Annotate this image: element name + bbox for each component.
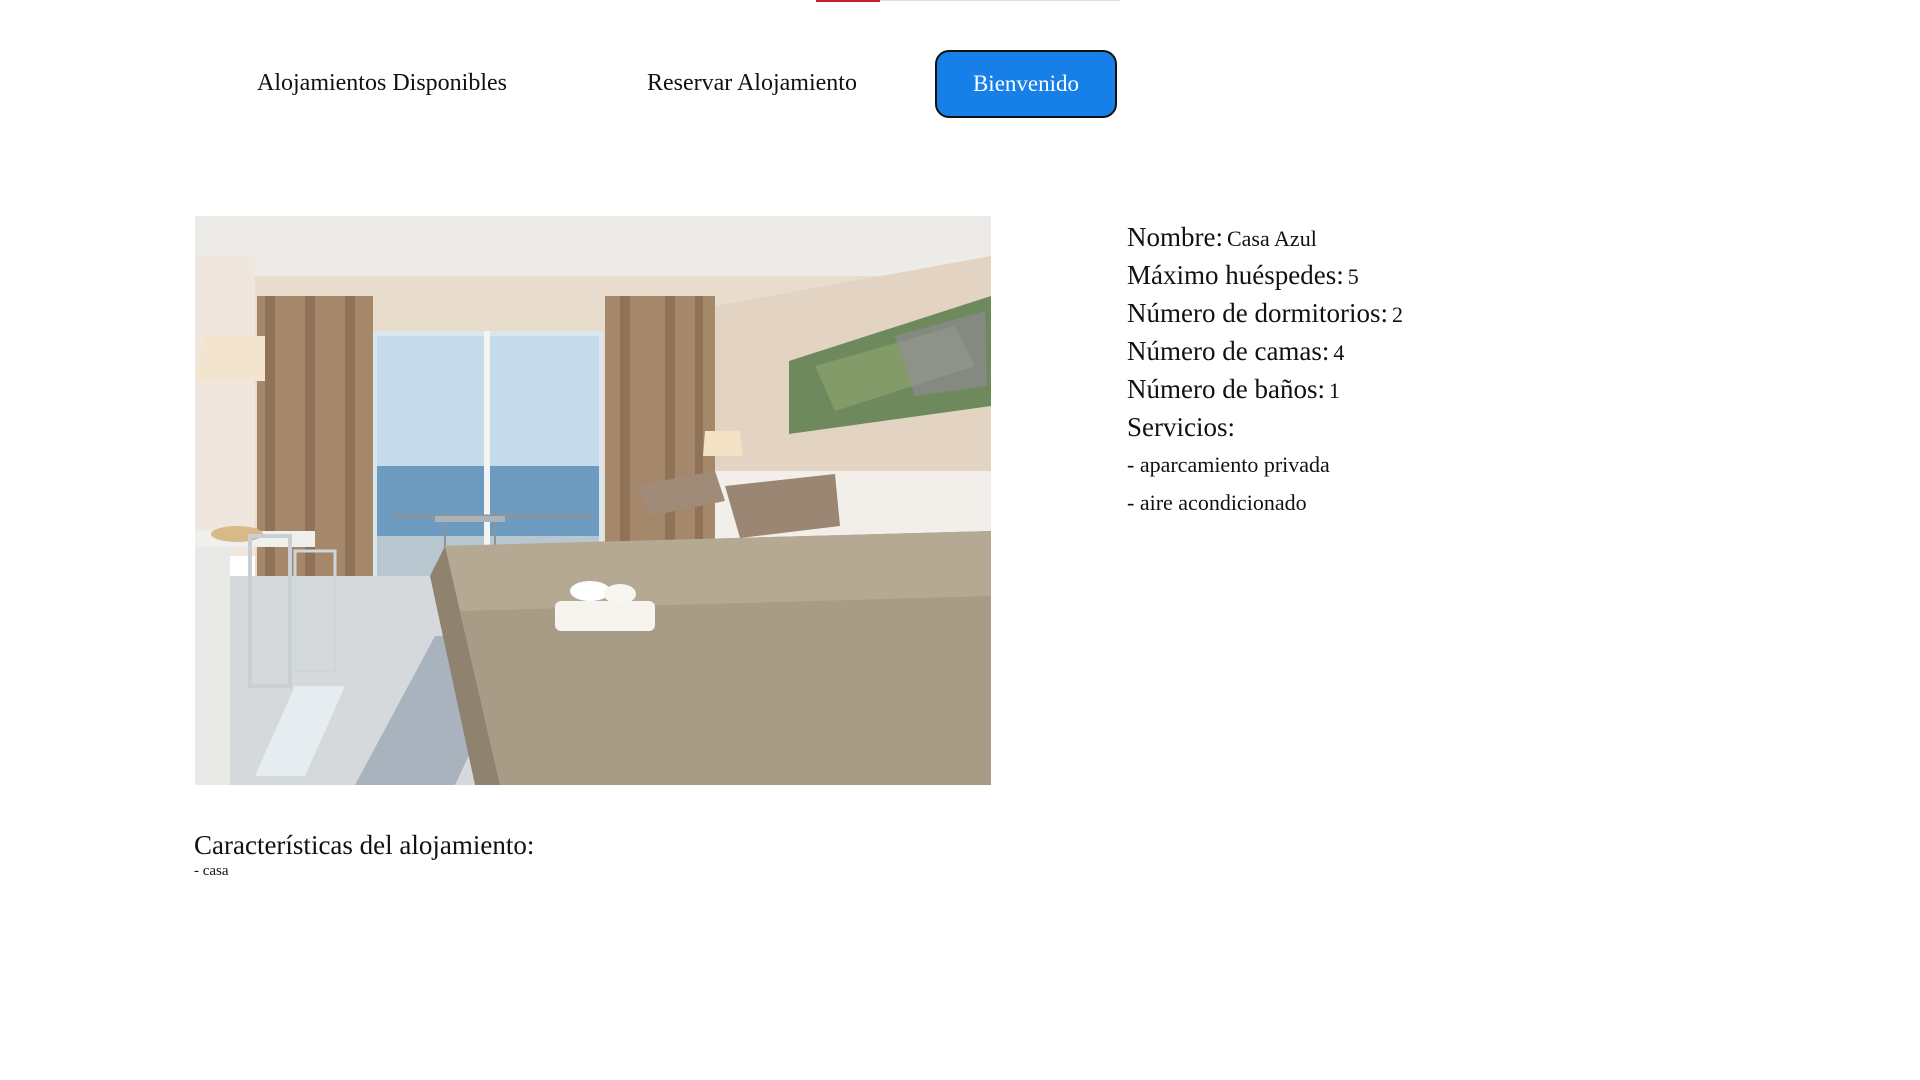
camas-row: Número de camas: 4 [1127,332,1403,370]
nav-link-reservar-alojamiento[interactable]: Reservar Alojamiento [647,50,857,116]
banos-value: 1 [1328,378,1340,403]
nombre-label: Nombre: [1127,222,1223,252]
camas-label: Número de camas: [1127,336,1330,366]
top-accent-mark [816,0,880,2]
banos-row: Número de baños: 1 [1127,370,1403,408]
accommodation-photo [195,216,991,785]
bienvenido-button[interactable]: Bienvenido [935,50,1117,118]
nombre-value: Casa Azul [1226,226,1317,251]
huespedes-label: Máximo huéspedes: [1127,260,1344,290]
servicio-item: - aparcamiento privada [1127,452,1330,477]
dormitorios-value: 2 [1391,302,1403,327]
huespedes-value: 5 [1347,264,1359,289]
camas-value: 4 [1333,340,1345,365]
banos-label: Número de baños: [1127,374,1325,404]
accommodation-details: Nombre: Casa Azul Máximo huéspedes: 5 Nú… [1127,218,1403,522]
servicios-label: Servicios: [1127,412,1235,442]
nombre-row: Nombre: Casa Azul [1127,218,1403,256]
top-accent-bar [816,0,1120,2]
features-title: Características del alojamiento: [194,830,535,860]
servicios-row: Servicios: [1127,408,1403,446]
dormitorios-row: Número de dormitorios: 2 [1127,294,1403,332]
servicio-item: - aire acondicionado [1127,490,1307,515]
feature-item: - casa [194,863,229,879]
accommodation-features: Características del alojamiento: - casa [194,829,534,881]
dormitorios-label: Número de dormitorios: [1127,298,1388,328]
nav-link-alojamientos-disponibles[interactable]: Alojamientos Disponibles [257,50,507,116]
huespedes-row: Máximo huéspedes: 5 [1127,256,1403,294]
